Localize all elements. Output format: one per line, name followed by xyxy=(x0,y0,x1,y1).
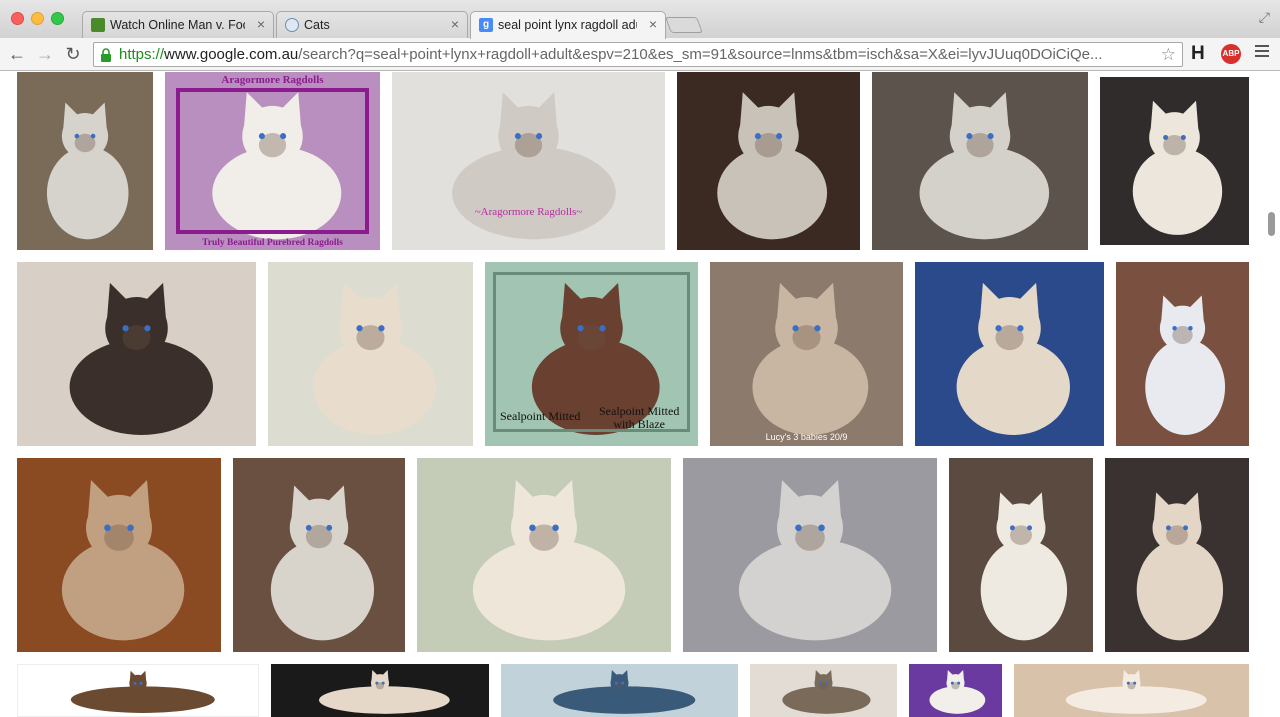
image-caption: Aragormore Ragdolls xyxy=(221,74,324,86)
browser-toolbar: ← → ↻ https://www.google.com.au/search?q… xyxy=(0,38,1280,71)
tab-google-search[interactable]: g seal point lynx ragdoll adu × xyxy=(470,11,666,39)
image-caption: Truly Beautiful Purebred Ragdolls xyxy=(202,238,343,248)
address-bar[interactable]: https://www.google.com.au/search?q=seal+… xyxy=(93,42,1183,67)
google-favicon-icon: g xyxy=(479,18,493,32)
image-result[interactable] xyxy=(949,458,1093,652)
url-path: /search?q=seal+point+lynx+ragdoll+adult&… xyxy=(298,46,1103,63)
tab-title: seal point lynx ragdoll adu xyxy=(498,18,637,32)
cat-photo-image xyxy=(909,664,1002,717)
image-result[interactable] xyxy=(233,458,405,652)
cat-photo-image xyxy=(268,262,473,446)
back-icon[interactable]: ← xyxy=(6,43,28,65)
image-result[interactable] xyxy=(677,72,860,250)
site-favicon-icon xyxy=(91,18,105,32)
image-result[interactable] xyxy=(1105,458,1249,652)
chrome-menu-icon[interactable] xyxy=(1255,45,1269,60)
image-result[interactable] xyxy=(872,72,1088,250)
cat-photo-image xyxy=(750,664,897,717)
cat-photo-image xyxy=(271,664,489,717)
tab-close-icon[interactable]: × xyxy=(451,16,459,32)
image-label-line: with Blaze xyxy=(613,417,665,431)
tab-title: Watch Online Man v. Food xyxy=(110,18,245,32)
adblock-plus-button[interactable]: ABP xyxy=(1221,44,1241,64)
close-window-button[interactable] xyxy=(11,12,24,25)
cat-photo-image xyxy=(392,72,665,250)
image-caption: Lucy's 3 babies 20/9 xyxy=(765,432,848,442)
image-result[interactable] xyxy=(915,262,1104,446)
cat-photo-image xyxy=(17,72,153,250)
cat-photo-image xyxy=(233,458,405,652)
cat-photo-image xyxy=(915,262,1104,446)
reload-icon[interactable]: ↻ xyxy=(62,43,84,65)
image-result[interactable] xyxy=(1100,77,1249,245)
cat-photo-image xyxy=(17,262,256,446)
image-result[interactable] xyxy=(1014,664,1249,717)
image-result[interactable] xyxy=(17,664,259,717)
cat-photo-image xyxy=(872,72,1088,250)
tab-cats[interactable]: Cats × xyxy=(276,11,468,38)
image-label: Sealpoint Mitted xyxy=(500,409,581,423)
cat-photo-image xyxy=(677,72,860,250)
tab-man-v-food[interactable]: Watch Online Man v. Food × xyxy=(82,11,274,38)
image-result[interactable] xyxy=(268,262,473,446)
image-result[interactable] xyxy=(909,664,1002,717)
image-result[interactable]: ~Aragormore Ragdolls~ xyxy=(392,72,665,250)
cat-photo-image xyxy=(417,458,671,652)
h-extension-button[interactable]: H xyxy=(1191,43,1205,65)
cat-photo-image xyxy=(18,665,258,716)
image-label: Sealpoint Mitted with Blaze xyxy=(599,405,679,431)
tab-close-icon[interactable]: × xyxy=(649,16,657,32)
bookmark-star-icon[interactable]: ☆ xyxy=(1161,45,1176,65)
fullscreen-icon[interactable]: ⤢ xyxy=(1259,9,1270,26)
image-result[interactable] xyxy=(1116,262,1249,446)
cat-photo-image xyxy=(501,664,738,717)
tab-title: Cats xyxy=(304,18,330,32)
cat-photo-image xyxy=(683,458,937,652)
image-results-grid: Aragormore Ragdolls Truly Beautiful Pure… xyxy=(0,72,1280,717)
reddit-favicon-icon xyxy=(285,18,299,32)
image-result[interactable] xyxy=(17,262,256,446)
minimize-window-button[interactable] xyxy=(31,12,44,25)
image-result[interactable] xyxy=(750,664,897,717)
image-result[interactable] xyxy=(417,458,671,652)
lock-icon xyxy=(101,48,111,62)
tab-close-icon[interactable]: × xyxy=(257,16,265,32)
image-result[interactable] xyxy=(683,458,937,652)
image-result[interactable]: Sealpoint Mitted Sealpoint Mitted with B… xyxy=(485,262,698,446)
image-result[interactable]: Lucy's 3 babies 20/9 xyxy=(710,262,903,446)
cat-photo-image xyxy=(710,262,903,446)
url-text[interactable]: https://www.google.com.au/search?q=seal+… xyxy=(119,46,1154,63)
image-result[interactable]: Aragormore Ragdolls Truly Beautiful Pure… xyxy=(165,72,380,250)
forward-icon[interactable]: → xyxy=(34,43,56,65)
image-result[interactable] xyxy=(271,664,489,717)
cat-photo-image xyxy=(949,458,1093,652)
image-watermark: ~Aragormore Ragdolls~ xyxy=(474,206,583,218)
image-result[interactable] xyxy=(501,664,738,717)
zoom-window-button[interactable] xyxy=(51,12,64,25)
image-result[interactable] xyxy=(17,72,153,250)
photo-frame xyxy=(176,88,369,234)
image-result[interactable] xyxy=(17,458,221,652)
cat-photo-image xyxy=(1100,77,1249,245)
url-scheme: https:// xyxy=(119,46,165,63)
cat-photo-image xyxy=(1105,458,1249,652)
cat-photo-image xyxy=(1014,664,1249,717)
cat-photo-image xyxy=(1116,262,1249,446)
new-tab-button[interactable] xyxy=(665,17,703,33)
url-host: www.google.com.au xyxy=(164,46,299,63)
tab-strip: Watch Online Man v. Food × Cats × g seal… xyxy=(0,0,1280,39)
cat-photo-image xyxy=(17,458,221,652)
page-scrollbar[interactable] xyxy=(1268,212,1275,236)
